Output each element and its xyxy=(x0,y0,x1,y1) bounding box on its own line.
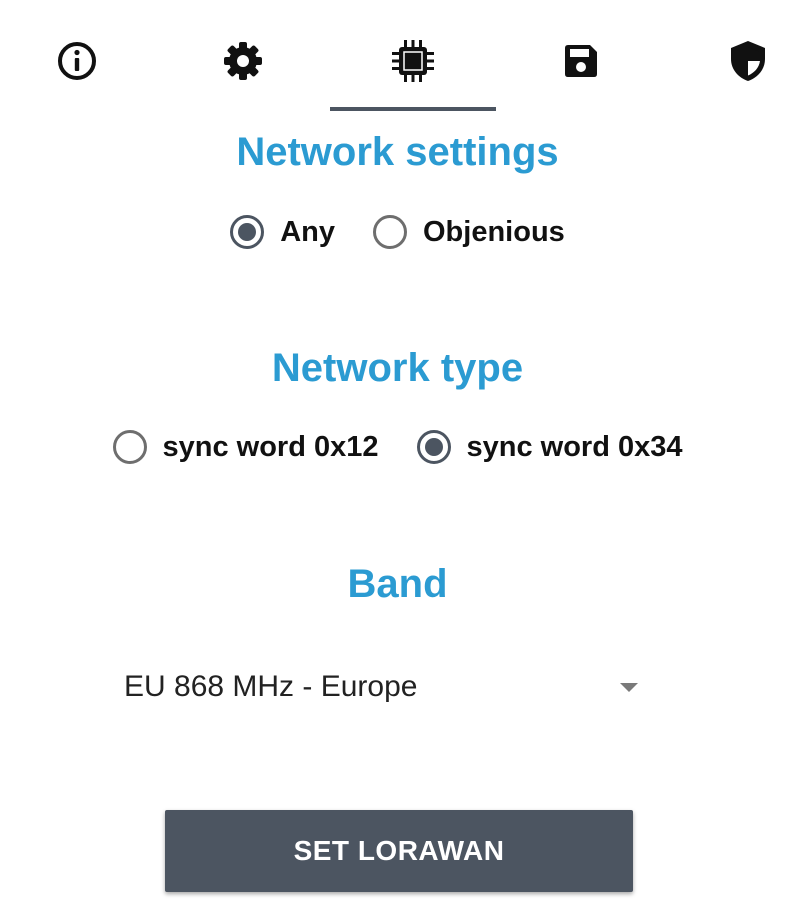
dropdown-arrow-icon xyxy=(620,682,638,692)
network-settings-radio-group: Any Objenious xyxy=(0,207,795,257)
radio-label-sync-word-0x12: sync word 0x12 xyxy=(162,430,379,463)
band-title: Band xyxy=(347,562,448,606)
chip-icon xyxy=(392,40,434,82)
active-tab-indicator xyxy=(330,107,496,111)
network-type-radio-group: sync word 0x12 sync word 0x34 xyxy=(0,422,795,472)
tab-security[interactable] xyxy=(713,30,783,92)
radio-label-sync-word-0x34: sync word 0x34 xyxy=(466,430,683,463)
network-settings-title: Network settings xyxy=(236,130,559,174)
network-type-title: Network type xyxy=(271,346,524,390)
save-icon xyxy=(565,45,597,77)
radio-button-any[interactable] xyxy=(230,215,265,249)
band-dropdown[interactable]: EU 868 MHz - Europe xyxy=(124,660,654,714)
band-selected-value: EU 868 MHz - Europe xyxy=(124,670,418,703)
gear-icon xyxy=(224,42,262,80)
set-lorawan-button[interactable]: SET LORAWAN xyxy=(165,810,633,892)
tab-settings[interactable] xyxy=(208,30,278,92)
radio-option-any[interactable]: Any xyxy=(230,215,335,249)
radio-option-objenious[interactable]: Objenious xyxy=(373,215,565,249)
shield-icon xyxy=(731,41,765,81)
radio-button-sync-word-0x12[interactable] xyxy=(112,430,147,464)
radio-label-any: Any xyxy=(280,215,335,248)
info-icon xyxy=(58,42,96,80)
tab-hardware[interactable] xyxy=(378,30,448,92)
lorawan-settings-page: Network settings Any Objenious Network t… xyxy=(0,0,795,904)
radio-button-sync-word-0x34[interactable] xyxy=(416,430,451,464)
tab-save[interactable] xyxy=(546,30,616,92)
tab-info[interactable] xyxy=(42,30,112,92)
radio-option-sync-word-0x34[interactable]: sync word 0x34 xyxy=(416,430,683,464)
radio-button-objenious[interactable] xyxy=(373,215,407,249)
radio-label-objenious: Objenious xyxy=(423,215,565,248)
tab-bar xyxy=(0,0,795,112)
radio-option-sync-word-0x12[interactable]: sync word 0x12 xyxy=(112,430,379,464)
